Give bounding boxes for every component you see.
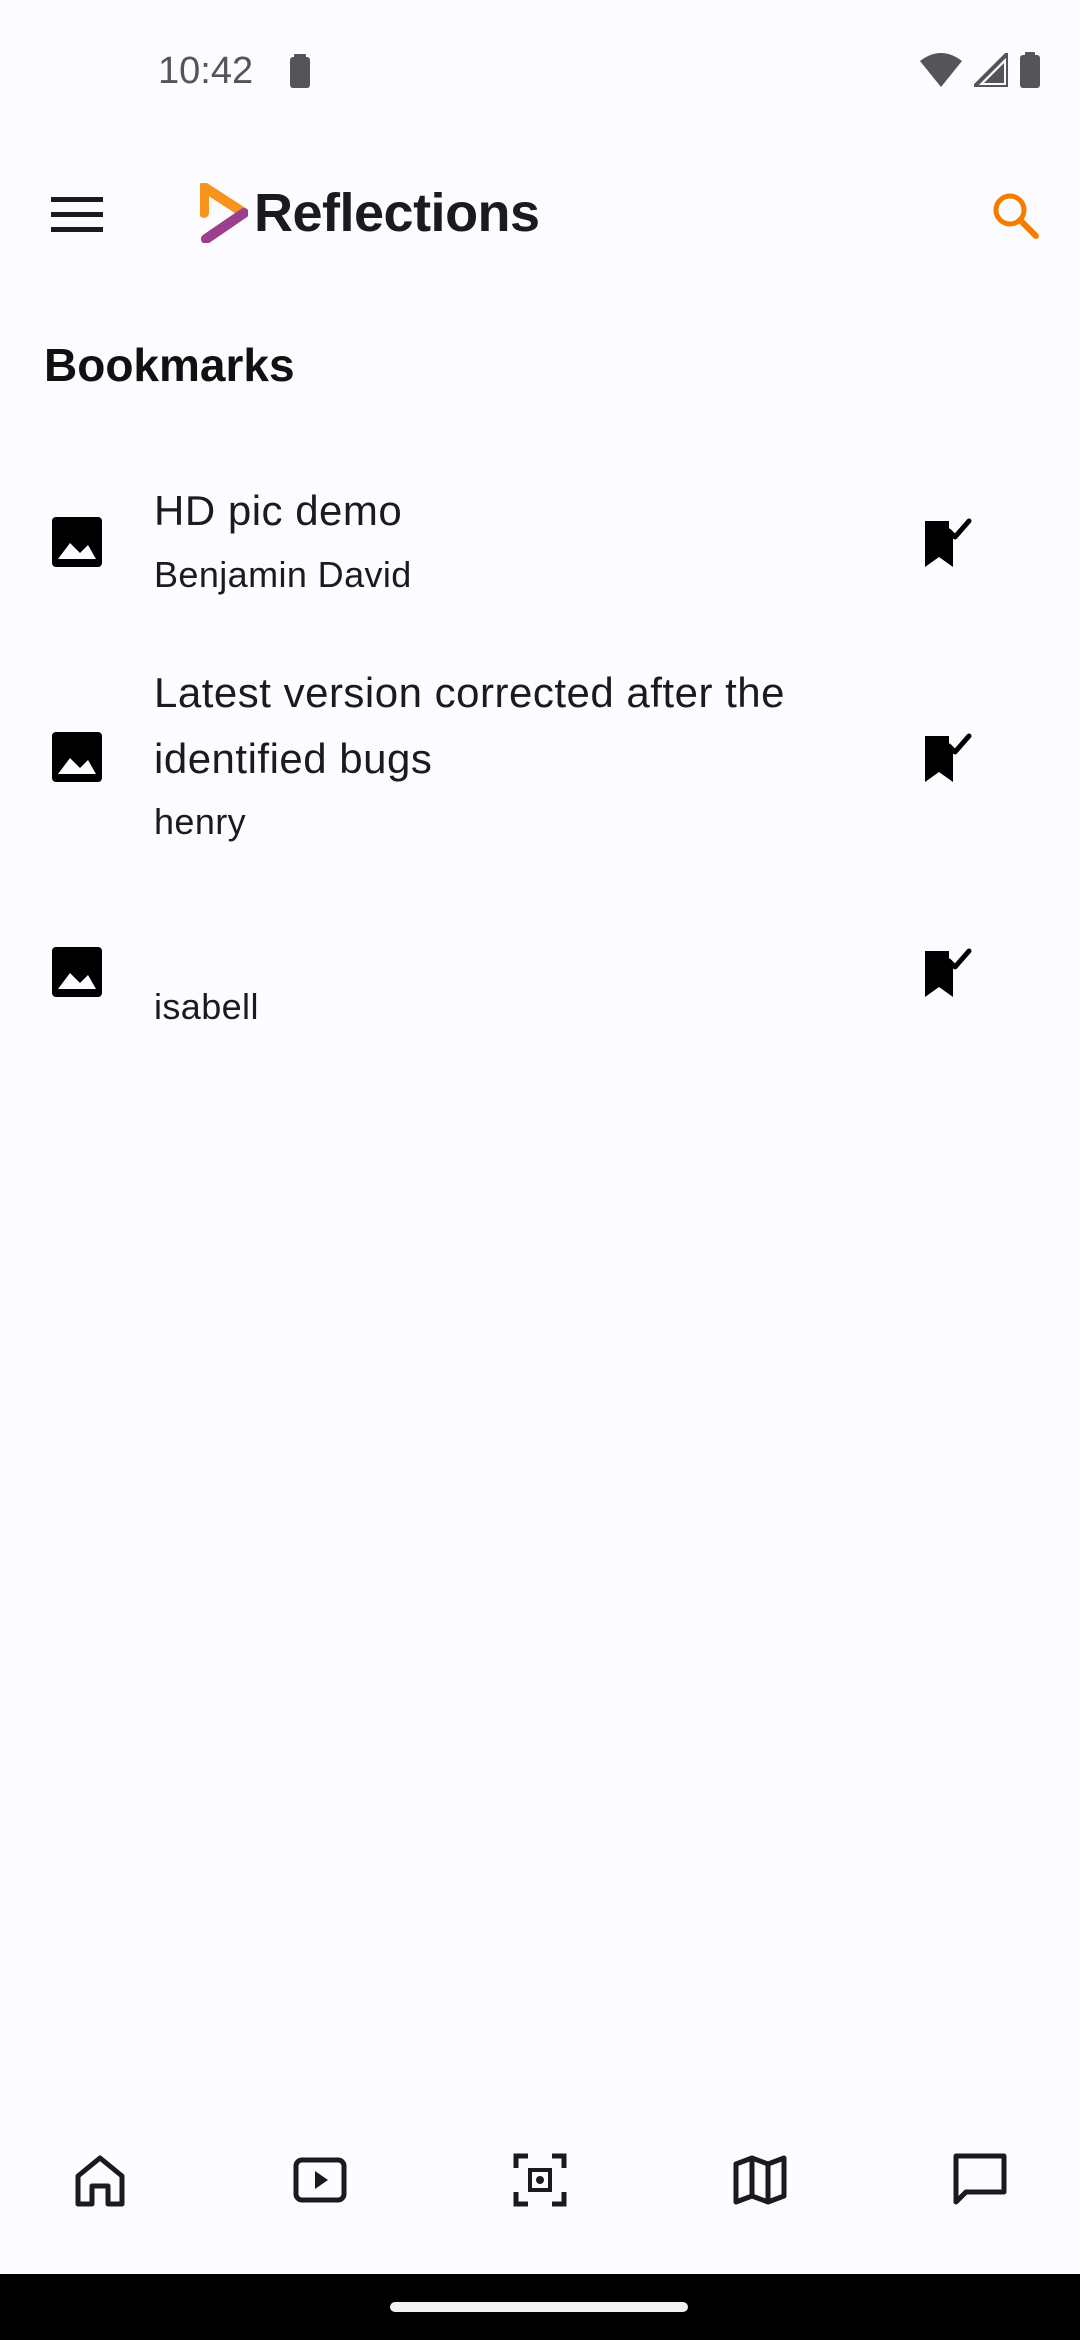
item-title: Latest version corrected after the ident… <box>154 669 785 782</box>
search-button[interactable] <box>980 180 1050 250</box>
nav-videos[interactable] <box>280 2140 360 2220</box>
home-icon <box>75 2155 125 2207</box>
list-item[interactable]: Latest version corrected after the ident… <box>0 655 1080 865</box>
image-icon <box>52 732 102 782</box>
status-bar: 10:42 <box>0 0 1080 140</box>
menu-icon <box>51 197 103 232</box>
app-logo: Reflections <box>200 182 540 244</box>
nav-scan[interactable] <box>500 2140 580 2220</box>
logo-icon <box>200 183 248 243</box>
search-icon <box>993 193 1039 239</box>
system-gesture-bar <box>0 2274 1080 2340</box>
bottom-nav <box>0 2120 1080 2230</box>
bookmark-button[interactable] <box>912 938 982 1008</box>
play-icon <box>293 2157 347 2203</box>
bookmark-button[interactable] <box>912 508 982 578</box>
chat-icon <box>953 2153 1007 2205</box>
home-gesture-handle[interactable] <box>390 2302 688 2312</box>
item-author: Benjamin David <box>154 554 412 595</box>
scan-icon <box>513 2153 567 2207</box>
app-title: Reflections <box>254 183 540 243</box>
item-author: isabell <box>154 986 259 1027</box>
image-icon <box>52 947 102 997</box>
battery-saver-icon <box>290 54 310 88</box>
nav-home[interactable] <box>60 2140 140 2220</box>
nav-messages[interactable] <box>940 2140 1020 2220</box>
item-author: henry <box>154 801 247 842</box>
map-icon <box>733 2155 787 2205</box>
battery-icon <box>1020 52 1040 88</box>
app-bar: Reflections <box>0 160 1080 270</box>
image-icon <box>52 517 102 567</box>
bookmark-button[interactable] <box>912 723 982 793</box>
section-title: Bookmarks <box>44 339 295 391</box>
status-time: 10:42 <box>158 50 254 92</box>
bookmark-added-icon <box>925 733 972 782</box>
wifi-icon <box>920 53 962 87</box>
list-item[interactable]: isabell <box>0 870 1080 1070</box>
status-icons <box>920 50 1040 90</box>
cell-signal-icon <box>974 53 1008 87</box>
list-item[interactable]: HD pic demo Benjamin David <box>0 440 1080 640</box>
item-title: HD pic demo <box>154 487 403 534</box>
bookmark-added-icon <box>925 948 972 997</box>
nav-map[interactable] <box>720 2140 800 2220</box>
menu-button[interactable] <box>40 185 114 245</box>
bookmark-added-icon <box>925 518 972 567</box>
